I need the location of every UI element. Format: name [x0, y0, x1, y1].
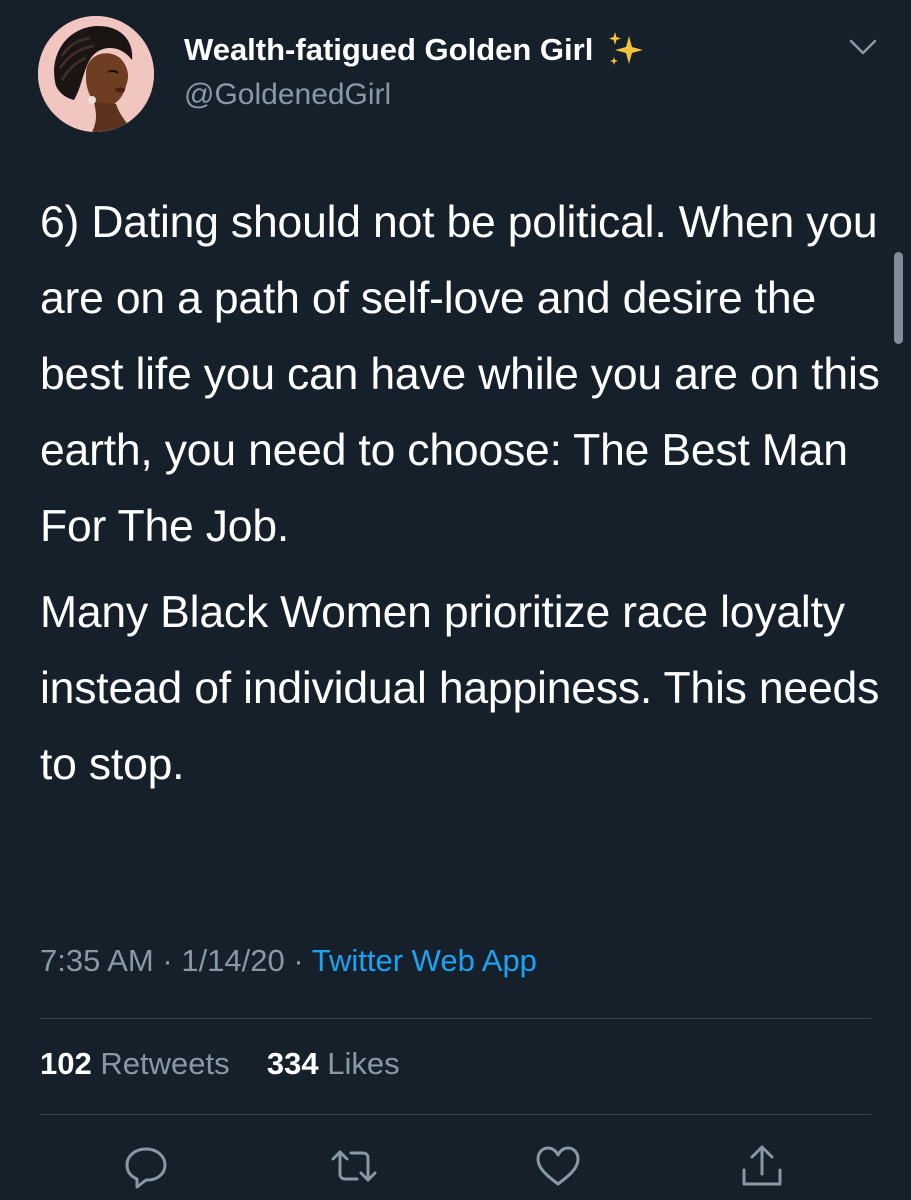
like-icon[interactable] — [530, 1138, 586, 1194]
retweets-label: Retweets — [100, 1046, 230, 1081]
likes-stat[interactable]: 334 Likes — [267, 1046, 400, 1081]
portrait-avatar-icon — [38, 16, 154, 132]
sparkles-icon — [605, 30, 645, 70]
tweet-stats: 102 Retweets 334 Likes — [40, 1046, 400, 1082]
author-names: Wealth-fatigued Golden Girl @GoldenedGir… — [184, 28, 645, 112]
chevron-down-icon[interactable] — [848, 36, 878, 58]
likes-count: 334 — [266, 1046, 319, 1081]
likes-label: Likes — [327, 1046, 400, 1081]
tweet-header: Wealth-fatigued Golden Girl @GoldenedGir… — [38, 16, 888, 132]
scrollbar[interactable] — [894, 252, 903, 344]
retweets-stat[interactable]: 102 Retweets — [40, 1046, 238, 1081]
tweet-actions — [0, 1138, 911, 1200]
display-name-row: Wealth-fatigued Golden Girl — [184, 28, 645, 72]
tweet-paragraph: 6) Dating should not be political. When … — [40, 198, 880, 551]
handle[interactable]: @GoldenedGirl — [184, 78, 645, 112]
display-name[interactable]: Wealth-fatigued Golden Girl — [184, 32, 593, 68]
retweet-icon[interactable] — [326, 1138, 382, 1194]
divider — [40, 1018, 871, 1019]
reply-icon[interactable] — [118, 1138, 174, 1194]
meta-separator: · — [293, 943, 304, 978]
meta-separator: · — [162, 943, 173, 978]
tweet-text: 6) Dating should not be political. When … — [40, 185, 880, 803]
divider — [40, 1114, 871, 1115]
avatar[interactable] — [38, 16, 154, 132]
tweet-source-link[interactable]: Twitter Web App — [312, 943, 537, 978]
tweet-meta: 7:35 AM · 1/14/20 · Twitter Web App — [40, 943, 537, 979]
tweet-date[interactable]: 1/14/20 — [181, 943, 284, 978]
share-icon[interactable] — [734, 1138, 790, 1194]
tweet-time[interactable]: 7:35 AM — [40, 943, 154, 978]
retweets-count: 102 — [40, 1046, 92, 1081]
tweet-paragraph: Many Black Women prioritize race loyalty… — [40, 588, 880, 789]
